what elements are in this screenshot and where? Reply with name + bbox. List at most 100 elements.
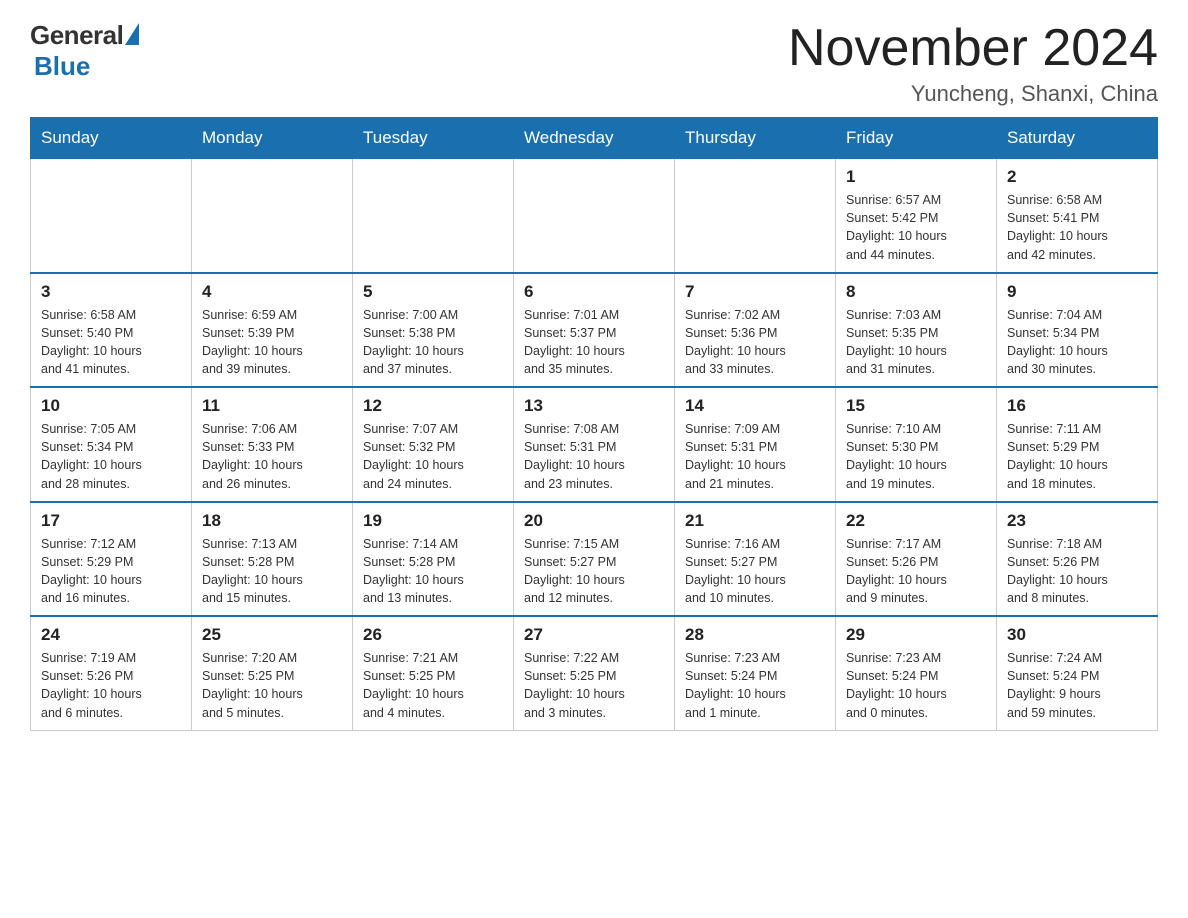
logo-general-text: General [30, 20, 123, 51]
day-info: Sunrise: 7:23 AMSunset: 5:24 PMDaylight:… [685, 649, 825, 722]
day-number: 8 [846, 282, 986, 302]
calendar-day-cell: 28 Sunrise: 7:23 AMSunset: 5:24 PMDayligh… [675, 616, 836, 730]
day-number: 18 [202, 511, 342, 531]
day-number: 19 [363, 511, 503, 531]
day-info: Sunrise: 7:02 AMSunset: 5:36 PMDaylight:… [685, 306, 825, 379]
calendar-day-cell: 18Sunrise: 7:13 AMSunset: 5:28 PMDayligh… [192, 502, 353, 617]
calendar-header-row: SundayMondayTuesdayWednesdayThursdayFrid… [31, 118, 1158, 159]
day-number: 24 [41, 625, 181, 645]
day-number: 20 [524, 511, 664, 531]
day-number: 15 [846, 396, 986, 416]
calendar-week-row: 17 Sunrise: 7:12 AMSunset: 5:29 PMDayligh… [31, 502, 1158, 617]
day-number: 4 [202, 282, 342, 302]
calendar-week-row: 3 Sunrise: 6:58 AMSunset: 5:40 PMDaylight… [31, 273, 1158, 388]
logo-blue-text: Blue [34, 51, 90, 81]
day-number: 25 [202, 625, 342, 645]
calendar-day-cell [192, 159, 353, 273]
calendar-day-cell: 1Sunrise: 6:57 AMSunset: 5:42 PMDaylight… [836, 159, 997, 273]
day-of-week-header: Monday [192, 118, 353, 159]
day-number: 29 [846, 625, 986, 645]
calendar-table: SundayMondayTuesdayWednesdayThursdayFrid… [30, 117, 1158, 731]
calendar-day-cell: 25 Sunrise: 7:20 AMSunset: 5:25 PMDayligh… [192, 616, 353, 730]
day-info: Sunrise: 7:00 AMSunset: 5:38 PMDaylight:… [363, 306, 503, 379]
calendar-day-cell: 5 Sunrise: 7:00 AMSunset: 5:38 PMDaylight… [353, 273, 514, 388]
day-info: Sunrise: 7:07 AMSunset: 5:32 PMDaylight:… [363, 420, 503, 493]
calendar-day-cell [31, 159, 192, 273]
calendar-week-row: 10 Sunrise: 7:05 AMSunset: 5:34 PMDayligh… [31, 387, 1158, 502]
day-info: Sunrise: 7:23 AMSunset: 5:24 PMDaylight:… [846, 649, 986, 722]
day-info: Sunrise: 7:03 AMSunset: 5:35 PMDaylight:… [846, 306, 986, 379]
day-info: Sunrise: 6:58 AMSunset: 5:41 PMDaylight:… [1007, 191, 1147, 264]
day-info: Sunrise: 7:09 AMSunset: 5:31 PMDaylight:… [685, 420, 825, 493]
day-info: Sunrise: 7:19 AMSunset: 5:26 PMDaylight:… [41, 649, 181, 722]
day-number: 13 [524, 396, 664, 416]
calendar-day-cell: 24 Sunrise: 7:19 AMSunset: 5:26 PMDayligh… [31, 616, 192, 730]
day-info: Sunrise: 7:14 AMSunset: 5:28 PMDaylight:… [363, 535, 503, 608]
calendar-day-cell [675, 159, 836, 273]
day-number: 6 [524, 282, 664, 302]
calendar-day-cell: 11 Sunrise: 7:06 AMSunset: 5:33 PMDayligh… [192, 387, 353, 502]
calendar-day-cell: 2 Sunrise: 6:58 AMSunset: 5:41 PMDaylight… [997, 159, 1158, 273]
calendar-day-cell: 27 Sunrise: 7:22 AMSunset: 5:25 PMDayligh… [514, 616, 675, 730]
day-info: Sunrise: 7:10 AMSunset: 5:30 PMDaylight:… [846, 420, 986, 493]
calendar-day-cell: 7 Sunrise: 7:02 AMSunset: 5:36 PMDaylight… [675, 273, 836, 388]
day-number: 30 [1007, 625, 1147, 645]
day-of-week-header: Thursday [675, 118, 836, 159]
calendar-day-cell: 20Sunrise: 7:15 AMSunset: 5:27 PMDayligh… [514, 502, 675, 617]
day-number: 27 [524, 625, 664, 645]
day-info: Sunrise: 7:04 AMSunset: 5:34 PMDaylight:… [1007, 306, 1147, 379]
calendar-day-cell: 29 Sunrise: 7:23 AMSunset: 5:24 PMDayligh… [836, 616, 997, 730]
day-number: 9 [1007, 282, 1147, 302]
calendar-day-cell: 10 Sunrise: 7:05 AMSunset: 5:34 PMDayligh… [31, 387, 192, 502]
day-info: Sunrise: 7:21 AMSunset: 5:25 PMDaylight:… [363, 649, 503, 722]
day-number: 5 [363, 282, 503, 302]
day-number: 28 [685, 625, 825, 645]
day-number: 7 [685, 282, 825, 302]
page-title: November 2024 [788, 20, 1158, 77]
day-number: 23 [1007, 511, 1147, 531]
calendar-week-row: 1Sunrise: 6:57 AMSunset: 5:42 PMDaylight… [31, 159, 1158, 273]
day-info: Sunrise: 7:17 AMSunset: 5:26 PMDaylight:… [846, 535, 986, 608]
day-info: Sunrise: 7:12 AMSunset: 5:29 PMDaylight:… [41, 535, 181, 608]
calendar-day-cell: 15 Sunrise: 7:10 AMSunset: 5:30 PMDayligh… [836, 387, 997, 502]
day-of-week-header: Friday [836, 118, 997, 159]
day-info: Sunrise: 7:01 AMSunset: 5:37 PMDaylight:… [524, 306, 664, 379]
day-number: 3 [41, 282, 181, 302]
calendar-day-cell: 22Sunrise: 7:17 AMSunset: 5:26 PMDayligh… [836, 502, 997, 617]
page-header: General Blue November 2024 Yuncheng, Sha… [30, 20, 1158, 107]
calendar-day-cell: 21 Sunrise: 7:16 AMSunset: 5:27 PMDayligh… [675, 502, 836, 617]
calendar-week-row: 24 Sunrise: 7:19 AMSunset: 5:26 PMDayligh… [31, 616, 1158, 730]
calendar-day-cell: 30Sunrise: 7:24 AMSunset: 5:24 PMDayligh… [997, 616, 1158, 730]
day-number: 10 [41, 396, 181, 416]
day-info: Sunrise: 7:05 AMSunset: 5:34 PMDaylight:… [41, 420, 181, 493]
logo: General Blue [30, 20, 139, 82]
calendar-day-cell: 12Sunrise: 7:07 AMSunset: 5:32 PMDayligh… [353, 387, 514, 502]
day-info: Sunrise: 7:08 AMSunset: 5:31 PMDaylight:… [524, 420, 664, 493]
day-info: Sunrise: 6:58 AMSunset: 5:40 PMDaylight:… [41, 306, 181, 379]
calendar-day-cell: 26 Sunrise: 7:21 AMSunset: 5:25 PMDayligh… [353, 616, 514, 730]
day-number: 11 [202, 396, 342, 416]
day-info: Sunrise: 7:20 AMSunset: 5:25 PMDaylight:… [202, 649, 342, 722]
calendar-day-cell: 6 Sunrise: 7:01 AMSunset: 5:37 PMDaylight… [514, 273, 675, 388]
day-info: Sunrise: 7:18 AMSunset: 5:26 PMDaylight:… [1007, 535, 1147, 608]
day-number: 26 [363, 625, 503, 645]
calendar-day-cell: 17 Sunrise: 7:12 AMSunset: 5:29 PMDayligh… [31, 502, 192, 617]
day-of-week-header: Sunday [31, 118, 192, 159]
calendar-day-cell [353, 159, 514, 273]
calendar-day-cell: 16Sunrise: 7:11 AMSunset: 5:29 PMDayligh… [997, 387, 1158, 502]
calendar-day-cell: 3 Sunrise: 6:58 AMSunset: 5:40 PMDaylight… [31, 273, 192, 388]
day-info: Sunrise: 7:22 AMSunset: 5:25 PMDaylight:… [524, 649, 664, 722]
day-info: Sunrise: 6:59 AMSunset: 5:39 PMDaylight:… [202, 306, 342, 379]
calendar-day-cell: 23 Sunrise: 7:18 AMSunset: 5:26 PMDayligh… [997, 502, 1158, 617]
day-number: 21 [685, 511, 825, 531]
day-of-week-header: Tuesday [353, 118, 514, 159]
day-number: 16 [1007, 396, 1147, 416]
logo-triangle-icon [125, 23, 139, 45]
day-info: Sunrise: 7:06 AMSunset: 5:33 PMDaylight:… [202, 420, 342, 493]
calendar-day-cell: 14Sunrise: 7:09 AMSunset: 5:31 PMDayligh… [675, 387, 836, 502]
page-subtitle: Yuncheng, Shanxi, China [788, 81, 1158, 107]
day-info: Sunrise: 7:16 AMSunset: 5:27 PMDaylight:… [685, 535, 825, 608]
title-block: November 2024 Yuncheng, Shanxi, China [788, 20, 1158, 107]
day-number: 17 [41, 511, 181, 531]
day-number: 2 [1007, 167, 1147, 187]
